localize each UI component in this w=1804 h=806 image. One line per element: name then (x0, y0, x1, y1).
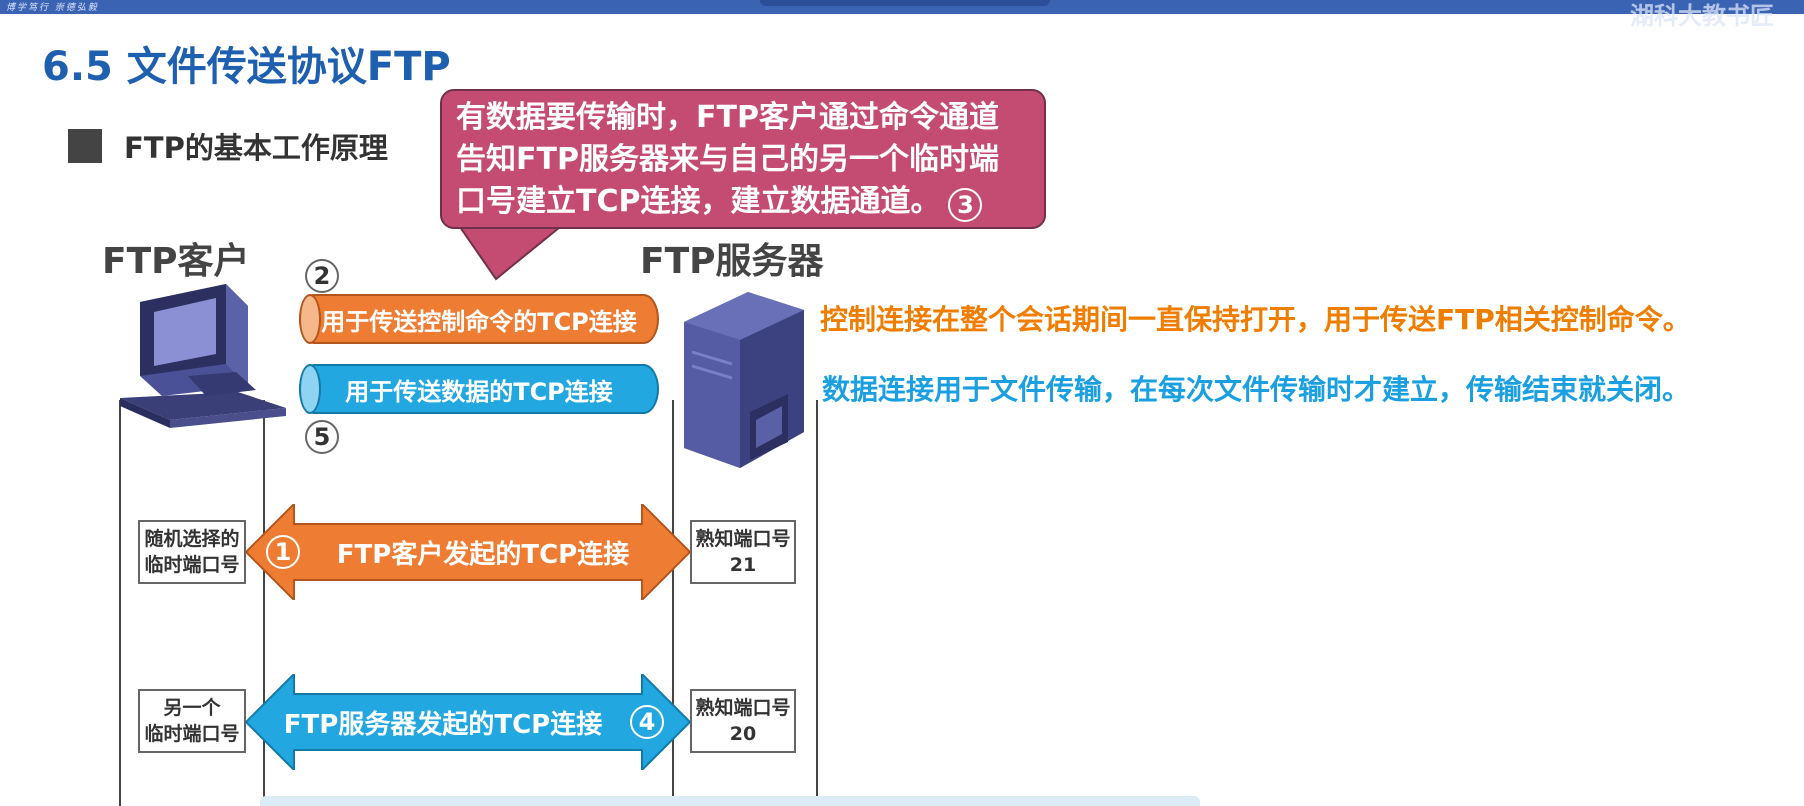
client-random-port-line-1: 随机选择的 (144, 528, 240, 550)
server-icon (684, 282, 804, 472)
control-connection-note: 控制连接在整个会话期间一直保持打开，用于传送FTP相关控制命令。 (820, 303, 1691, 336)
slide-title: 6.5 文件传送协议FTP (42, 44, 451, 90)
section-heading-text: FTP的基本工作原理 (124, 131, 388, 165)
callout-bubble: 有数据要传输时，FTP客户通过命令通道 告知FTP服务器来与自己的另一个临时端 … (440, 89, 1050, 281)
data-connection-label: 用于传送数据的TCP连接 (345, 377, 613, 406)
control-connection-label: 用于传送控制命令的TCP连接 (321, 307, 637, 336)
callout-line-1: 有数据要传输时，FTP客户通过命令通道 (456, 100, 999, 135)
banner-motto: 博学笃行 崇德弘毅 (6, 3, 99, 13)
server-port-20-box: 熟知端口号 20 (690, 689, 796, 753)
callout-line-3: 口号建立TCP连接，建立数据通道。 3 (456, 181, 1032, 223)
client-other-port-box: 另一个 临时端口号 (138, 689, 246, 753)
step-3-badge: 3 (948, 188, 983, 222)
server-port-20-line-1: 熟知端口号 (695, 697, 791, 719)
client-label: FTP客户 (102, 241, 250, 282)
top-banner: 博学笃行 崇德弘毅 湖科大教书匠 (0, 0, 1804, 30)
server-port-21-line-1: 熟知端口号 (695, 528, 791, 550)
server-port-21-box: 熟知端口号 21 (690, 520, 796, 584)
data-connection-pipe: 用于传送数据的TCP连接 (299, 364, 659, 414)
client-initiated-arrow: 1 FTP客户发起的TCP连接 (244, 501, 692, 603)
computer-icon (118, 280, 288, 430)
bullet-square-icon (68, 129, 102, 163)
banner-center-strip (760, 0, 1050, 6)
server-port-20-line-2: 20 (729, 723, 757, 745)
client-random-port-line-2: 临时端口号 (144, 554, 240, 576)
data-connection-note: 数据连接用于文件传输，在每次文件传输时才建立，传输结束就关闭。 (822, 373, 1691, 406)
client-random-port-box: 随机选择的 临时端口号 (138, 520, 246, 584)
server-port-21-line-2: 21 (729, 554, 757, 576)
server-initiated-label: FTP服务器发起的TCP连接 (283, 709, 603, 740)
client-other-port-line-1: 另一个 (163, 697, 221, 719)
client-other-port-line-2: 临时端口号 (144, 723, 240, 745)
callout-line-3-text: 口号建立TCP连接，建立数据通道。 (456, 184, 941, 219)
banner-brand: 湖科大教书匠 (1630, 2, 1774, 30)
callout-box: 有数据要传输时，FTP客户通过命令通道 告知FTP服务器来与自己的另一个临时端 … (440, 89, 1046, 229)
control-connection-pipe: 用于传送控制命令的TCP连接 (299, 294, 659, 344)
callout-line-2: 告知FTP服务器来与自己的另一个临时端 (456, 142, 999, 177)
client-initiated-label: FTP客户发起的TCP连接 (336, 539, 630, 570)
server-initiated-arrow: 4 FTP服务器发起的TCP连接 (244, 671, 692, 773)
server-label: FTP服务器 (640, 241, 824, 282)
bottom-decoration (260, 796, 1200, 806)
step-2-badge: 2 (305, 259, 339, 293)
step-5-badge: 5 (305, 420, 339, 454)
section-heading: FTP的基本工作原理 (68, 126, 388, 166)
